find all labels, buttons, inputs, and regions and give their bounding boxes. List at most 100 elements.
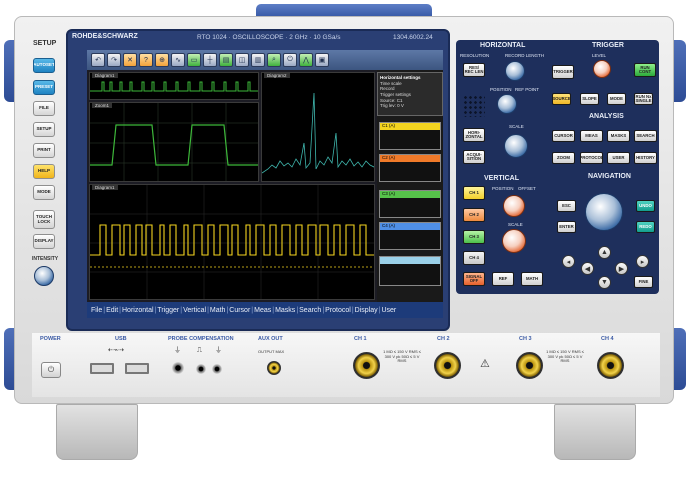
help-icon[interactable]: ? [139,53,153,67]
ch1-button[interactable]: CH 1 [463,186,485,200]
print-button[interactable]: PRINT [33,143,55,158]
power-button[interactable]: ⏻ [41,362,61,378]
touch-screen[interactable]: ↶ ↷ ✕ ? ⊕ ∿ ▭ ┼ ▤ ◫ ▥ ⌕ ⏻ ⋀ ▣ Diagram1 Z… [87,50,443,318]
horizontal-position-knob[interactable] [497,94,517,114]
menu-protocol[interactable]: Protocol [324,307,352,314]
ch3-signal-box[interactable]: C3 (A) [379,190,441,218]
trigger-button[interactable]: TRIGGER [552,65,574,79]
nav-small-right-icon[interactable]: ▸ [636,255,649,268]
menu-edit[interactable]: Edit [105,307,119,314]
ch2-input-connector[interactable] [434,352,461,379]
redo-icon[interactable]: ↷ [107,53,121,67]
record-length-knob[interactable] [505,61,525,81]
signal-off-button[interactable]: SIGNAL OFF [463,272,485,286]
search-button[interactable]: SEARCH [634,130,657,142]
menu-file[interactable]: File [90,307,103,314]
meas-button[interactable]: MEAS [580,130,603,142]
arrow-down-icon[interactable]: ▼ [598,276,611,289]
menu-display[interactable]: Display [354,307,379,314]
mode-button[interactable]: MODE [33,185,55,200]
spectrum-icon[interactable]: ⋀ [299,53,313,67]
usb-port-1[interactable] [90,363,114,374]
ch4-input-connector[interactable] [597,352,624,379]
menu-math[interactable]: Math [209,307,227,314]
redo-button[interactable]: REDO [636,221,655,233]
ch2-signal-box[interactable]: C2 (A) [379,154,441,182]
math-button[interactable]: MATH [521,272,543,286]
run-cont-button[interactable]: RUN CONT [634,63,656,77]
enter-button[interactable]: ENTER [557,221,576,233]
setup-button[interactable]: SETUP [33,122,55,137]
undo-button[interactable]: UNDO [636,200,655,212]
horizontal-settings-box[interactable]: Horizontal settings Time scale Record Tr… [377,72,443,116]
menu-meas[interactable]: Meas [253,307,272,314]
ch3-input-connector[interactable] [516,352,543,379]
power-icon[interactable]: ⏻ [283,53,297,67]
preset-button[interactable]: PRESET [33,80,55,95]
meas-icon[interactable]: ▭ [187,53,201,67]
fft-icon[interactable]: ∿ [171,53,185,67]
zoom-icon[interactable]: ⊕ [155,53,169,67]
usb-port-2[interactable] [125,363,149,374]
fine-button[interactable]: FINE [634,276,653,288]
ref-button[interactable]: REF [492,272,514,286]
trigger-mode-button[interactable]: MODE [607,93,626,105]
diagram-spectrum[interactable]: Diagram2 [261,72,375,182]
mask-icon[interactable]: ▤ [219,53,233,67]
ch4-button[interactable]: CH 4 [463,251,485,265]
protocol-button[interactable]: PROTOCOL [580,152,603,164]
display-button[interactable]: DISPLAY [33,234,55,249]
vertical-scale-knob[interactable] [502,229,526,253]
nav-small-left-icon[interactable]: ◂ [562,255,575,268]
help-button[interactable]: HELP [33,164,55,179]
menu-search[interactable]: Search [298,307,322,314]
menu-cursor[interactable]: Cursor [228,307,251,314]
trigger-level-knob[interactable] [593,60,611,78]
menu-horizontal[interactable]: Horizontal [121,307,155,314]
res-rec-len-button[interactable]: RES/ REC LEN [463,63,485,77]
acquisition-button[interactable]: ACQUI- SITION [463,150,485,164]
zoom-button[interactable]: ZOOM [552,152,575,164]
trigger-source-button[interactable]: SOURCE [552,93,571,105]
probe-signal-jack[interactable] [196,364,206,374]
menu-vertical[interactable]: Vertical [182,307,207,314]
cursor-icon[interactable]: ┼ [203,53,217,67]
user-button[interactable]: USER [607,152,630,164]
masks-button[interactable]: MASKS [607,130,630,142]
horizontal-button[interactable]: HORI- ZONTAL [463,128,485,142]
vertical-position-knob[interactable] [503,195,525,217]
file-button[interactable]: FILE [33,101,55,116]
aux-out-connector[interactable] [267,361,281,375]
navigation-wheel[interactable] [585,193,623,231]
menu-masks[interactable]: Masks [274,307,296,314]
arrow-up-icon[interactable]: ▲ [598,246,611,259]
ch1-signal-box[interactable]: C1 (A) [379,122,441,150]
ch4-signal-box[interactable]: C4 (A) [379,222,441,250]
undo-icon[interactable]: ↶ [91,53,105,67]
autoset-button[interactable]: AUTOSET [33,58,55,73]
probe-ground-jack-2[interactable] [212,364,222,374]
diagram-zoom[interactable]: Zoom1 [89,102,259,182]
math-signal-box[interactable] [379,256,441,286]
menu-trigger[interactable]: Trigger [156,307,180,314]
arrow-right-icon[interactable]: ▶ [615,262,628,275]
clear-icon[interactable]: ✕ [123,53,137,67]
slope-button[interactable]: SLOPE [580,93,599,105]
histogram-icon[interactable]: ▥ [251,53,265,67]
ref-icon[interactable]: ◫ [235,53,249,67]
search-icon[interactable]: ⌕ [267,53,281,67]
run-single-button[interactable]: RUN Nx SINGLE [634,93,653,105]
ch1-input-connector[interactable] [353,352,380,379]
intensity-knob[interactable] [34,266,54,286]
probe-ground-jack[interactable] [172,362,184,374]
ch3-button[interactable]: CH 3 [463,230,485,244]
diagram-top-left[interactable]: Diagram1 [89,72,259,100]
diagram-bottom[interactable]: Diagram1 [89,184,375,300]
ch2-button[interactable]: CH 2 [463,208,485,222]
record-icon[interactable]: ▣ [315,53,329,67]
cursor-button[interactable]: CURSOR [552,130,575,142]
horizontal-scale-knob[interactable] [504,134,528,158]
arrow-left-icon[interactable]: ◀ [581,262,594,275]
menu-user[interactable]: User [380,307,397,314]
esc-button[interactable]: ESC [557,200,576,212]
